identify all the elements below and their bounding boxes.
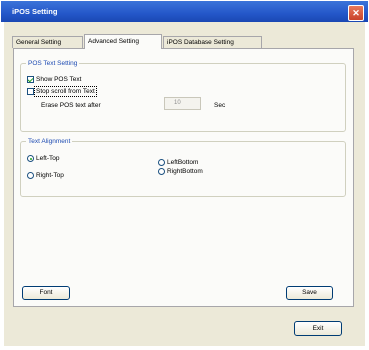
- window-title: iPOS Setting: [12, 7, 58, 16]
- radio-left-bottom[interactable]: LeftBottom: [158, 159, 198, 166]
- radio-button[interactable]: [27, 155, 34, 162]
- radio-label: Right-Top: [36, 172, 64, 179]
- save-button[interactable]: Save: [286, 286, 333, 300]
- font-button[interactable]: Font: [22, 286, 70, 300]
- tab-general-setting[interactable]: General Setting: [12, 36, 83, 48]
- radio-label: Left-Top: [36, 155, 60, 162]
- seconds-unit-label: Sec: [214, 102, 225, 109]
- radio-button[interactable]: [27, 172, 34, 179]
- close-icon: ✕: [352, 8, 360, 18]
- ipos-setting-window: iPOS Setting ✕ General Setting Advanced …: [0, 0, 369, 350]
- title-bar[interactable]: iPOS Setting ✕: [1, 1, 368, 22]
- tab-advanced-setting[interactable]: Advanced Setting: [84, 34, 162, 49]
- erase-label: Erase POS text after: [41, 102, 101, 109]
- radio-right-top[interactable]: Right-Top: [27, 172, 64, 179]
- radio-right-bottom[interactable]: RightBottom: [158, 168, 203, 175]
- group-title: POS Text Setting: [26, 59, 80, 68]
- checkbox-label: Show POS Text: [36, 76, 82, 83]
- radio-button[interactable]: [158, 168, 165, 175]
- text-alignment-group: Text Alignment Left-Top Right-Top LeftBo…: [20, 137, 346, 197]
- unit-label: Sec: [214, 102, 226, 109]
- erase-seconds-input[interactable]: 10: [164, 97, 201, 110]
- radio-label: RightBottom: [167, 168, 203, 175]
- pos-text-setting-group: POS Text Setting Show POS Text Stop scro…: [20, 59, 346, 132]
- tab-label: General Setting: [16, 39, 62, 46]
- checkbox-label: Stop scroll from Text: [34, 86, 97, 97]
- erase-text-label: Erase POS text after: [41, 102, 101, 109]
- show-pos-text-checkbox[interactable]: Show POS Text: [27, 76, 81, 83]
- stop-scroll-checkbox[interactable]: Stop scroll from Text: [27, 86, 97, 97]
- close-button[interactable]: ✕: [348, 5, 364, 21]
- tab-ipos-database-setting[interactable]: iPOS Database Setting: [163, 36, 262, 48]
- tab-label: iPOS Database Setting: [167, 39, 234, 46]
- checkbox-box[interactable]: [27, 88, 34, 95]
- exit-button[interactable]: Exit: [294, 321, 342, 336]
- radio-label: LeftBottom: [167, 159, 199, 166]
- advanced-setting-panel: POS Text Setting Show POS Text Stop scro…: [13, 48, 354, 307]
- radio-button[interactable]: [158, 159, 165, 166]
- tab-label: Advanced Setting: [88, 38, 139, 45]
- checkbox-box[interactable]: [27, 76, 34, 83]
- radio-left-top[interactable]: Left-Top: [27, 155, 60, 162]
- dialog-client-area: General Setting Advanced Setting iPOS Da…: [4, 22, 365, 346]
- group-title: Text Alignment: [26, 137, 73, 146]
